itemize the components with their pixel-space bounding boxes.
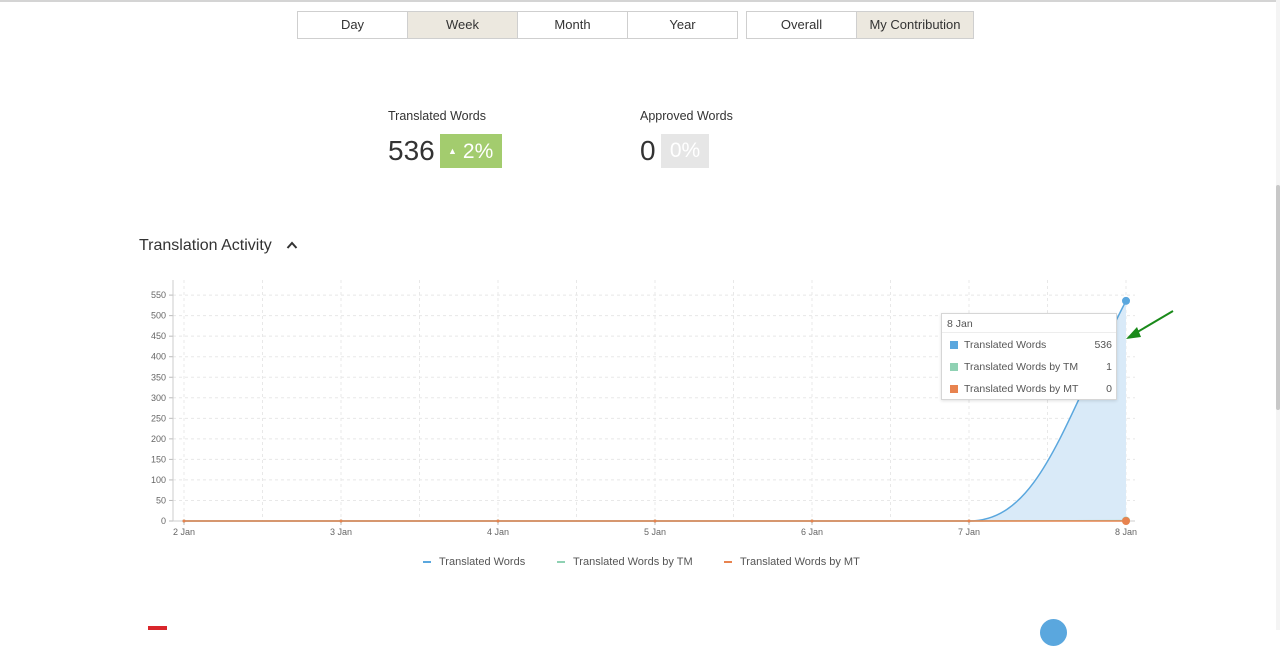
y-tick-label: 500 <box>151 311 166 321</box>
data-point <box>183 520 186 523</box>
x-tick-label: 2 Jan <box>173 527 195 537</box>
x-tick-label: 8 Jan <box>1115 527 1137 537</box>
legend-item-translated-words-by-mt[interactable]: Translated Words by MT <box>724 555 860 569</box>
y-tick-label: 150 <box>151 454 166 464</box>
x-tick-label: 6 Jan <box>801 527 823 537</box>
legend-label: Translated Words <box>439 556 525 568</box>
legend-item-translated-words[interactable]: Translated Words <box>423 555 525 569</box>
data-point <box>1122 517 1130 525</box>
legend-swatch <box>557 561 565 563</box>
y-tick-label: 400 <box>151 352 166 362</box>
y-tick-label: 50 <box>156 495 166 505</box>
tooltip-row: Translated Words 536 <box>950 338 1112 352</box>
tooltip-row: Translated Words by MT 0 <box>950 382 1112 396</box>
tooltip-series-name: Translated Words by MT <box>964 383 1106 395</box>
data-point <box>1122 297 1130 305</box>
x-tick-label: 4 Jan <box>487 527 509 537</box>
tooltip-series-value: 0 <box>1106 383 1112 395</box>
y-tick-label: 0 <box>161 516 166 526</box>
tooltip-date: 8 Jan <box>947 318 973 330</box>
tooltip-row: Translated Words by TM 1 <box>950 360 1112 374</box>
legend-swatch <box>423 561 431 563</box>
legend-label: Translated Words by MT <box>740 556 860 568</box>
y-tick-label: 200 <box>151 434 166 444</box>
tooltip-swatch <box>950 385 958 393</box>
tooltip-series-name: Translated Words by TM <box>964 361 1106 373</box>
tooltip-series-value: 536 <box>1094 339 1112 351</box>
data-point <box>811 520 814 523</box>
tooltip-series-value: 1 <box>1106 361 1112 373</box>
y-tick-label: 450 <box>151 331 166 341</box>
legend-swatch <box>724 561 732 563</box>
annotation-arrow-head <box>1126 327 1141 339</box>
floating-help-button[interactable] <box>1040 619 1067 646</box>
chart-tooltip: 8 Jan Translated Words 536 Translated Wo… <box>941 313 1117 400</box>
tooltip-swatch <box>950 341 958 349</box>
y-tick-label: 100 <box>151 475 166 485</box>
tooltip-divider <box>942 332 1116 333</box>
y-tick-label: 250 <box>151 413 166 423</box>
data-point <box>340 520 343 523</box>
annotation-arrow-shaft <box>1134 311 1173 334</box>
x-tick-label: 3 Jan <box>330 527 352 537</box>
data-point <box>968 520 971 523</box>
data-point <box>654 520 657 523</box>
x-tick-label: 5 Jan <box>644 527 666 537</box>
next-section-red-icon <box>148 626 167 630</box>
x-tick-label: 7 Jan <box>958 527 980 537</box>
y-tick-label: 550 <box>151 290 166 300</box>
y-tick-label: 300 <box>151 393 166 403</box>
legend-label: Translated Words by TM <box>573 556 693 568</box>
legend-item-translated-words-by-tm[interactable]: Translated Words by TM <box>557 555 693 569</box>
tooltip-series-name: Translated Words <box>964 339 1094 351</box>
y-tick-label: 350 <box>151 372 166 382</box>
tooltip-swatch <box>950 363 958 371</box>
data-point <box>497 520 500 523</box>
